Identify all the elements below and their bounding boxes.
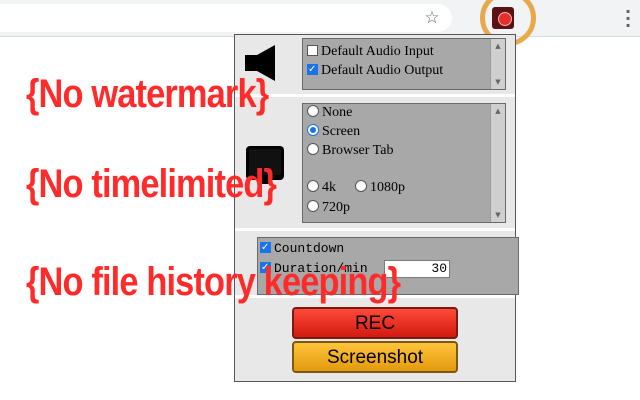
kebab-menu-icon[interactable]: · · · xyxy=(624,4,632,34)
resolution-1080p-radio[interactable] xyxy=(355,180,367,192)
source-none-label: None xyxy=(322,105,353,120)
resolution-720p-radio[interactable] xyxy=(307,200,319,212)
video-source-list[interactable]: None Screen Browser Tab 4k 1080p 720p ▲ … xyxy=(302,103,506,223)
caption-no-timelimited: {No timelimited} xyxy=(26,162,277,206)
audio-input-option[interactable]: Default Audio Input xyxy=(307,43,434,61)
source-tab-label: Browser Tab xyxy=(322,143,394,158)
audio-input-label: Default Audio Input xyxy=(321,44,434,59)
audio-output-checkbox[interactable] xyxy=(307,61,318,79)
resolution-4k-label: 4k xyxy=(322,180,336,195)
recorder-popup: Default Audio Input Default Audio Output… xyxy=(234,34,519,382)
resolution-1080p-option[interactable]: 1080p xyxy=(355,179,405,197)
caption-no-watermark: {No watermark} xyxy=(26,72,269,116)
audio-list-scrollbar[interactable]: ▲ ▼ xyxy=(490,39,505,89)
scroll-down-arrow-icon[interactable]: ▼ xyxy=(491,75,505,89)
source-tab-option[interactable]: Browser Tab xyxy=(307,142,393,160)
section-divider xyxy=(235,94,515,97)
video-list-scrollbar[interactable]: ▲ ▼ xyxy=(490,104,505,222)
resolution-720p-option[interactable]: 720p xyxy=(307,199,350,217)
audio-output-label: Default Audio Output xyxy=(321,63,444,78)
countdown-checkbox[interactable] xyxy=(260,239,271,257)
audio-input-checkbox[interactable] xyxy=(307,45,318,56)
star-icon[interactable]: ☆ xyxy=(421,7,443,29)
source-screen-radio[interactable] xyxy=(307,124,319,136)
source-tab-radio[interactable] xyxy=(307,143,319,155)
countdown-label: Countdown xyxy=(274,241,345,256)
resolution-1080p-label: 1080p xyxy=(370,180,405,195)
address-bar[interactable] xyxy=(0,4,452,32)
caption-no-file-history: {No file history keeping} xyxy=(26,260,401,304)
section-divider xyxy=(235,228,515,231)
scroll-up-arrow-icon[interactable]: ▲ xyxy=(491,39,505,53)
source-screen-option[interactable]: Screen xyxy=(307,123,360,141)
rec-button[interactable]: REC xyxy=(292,307,458,339)
resolution-4k-radio[interactable] xyxy=(307,180,319,192)
audio-output-option[interactable]: Default Audio Output xyxy=(307,61,444,80)
audio-source-list[interactable]: Default Audio Input Default Audio Output… xyxy=(302,38,506,90)
scroll-down-arrow-icon[interactable]: ▼ xyxy=(491,208,505,222)
browser-toolbar: ☆ · · · xyxy=(0,0,640,46)
screenshot-button[interactable]: Screenshot xyxy=(292,341,458,373)
countdown-option[interactable]: Countdown xyxy=(260,239,345,258)
resolution-720p-label: 720p xyxy=(322,200,350,215)
source-none-option[interactable]: None xyxy=(307,104,352,122)
source-screen-label: Screen xyxy=(322,124,361,139)
resolution-4k-option[interactable]: 4k xyxy=(307,179,336,197)
source-none-radio[interactable] xyxy=(307,105,319,117)
scroll-up-arrow-icon[interactable]: ▲ xyxy=(491,104,505,118)
